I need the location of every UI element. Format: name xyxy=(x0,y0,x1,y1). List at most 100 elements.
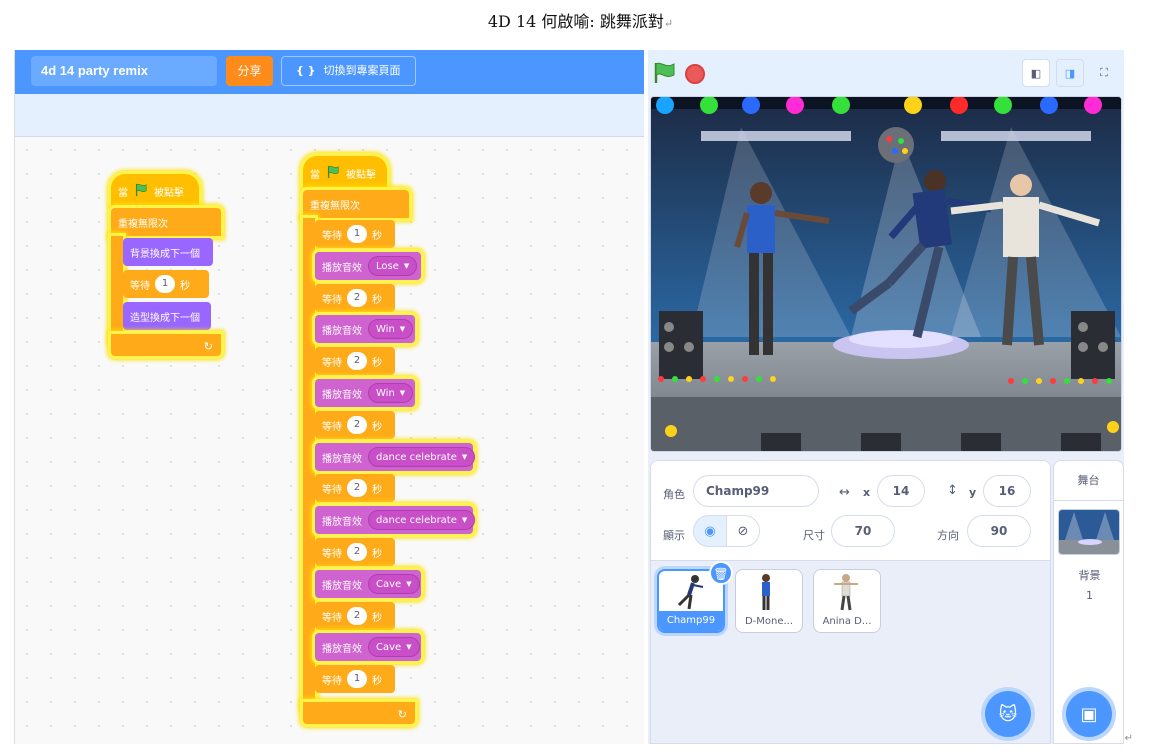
sound-dropdown[interactable]: Win ▼ xyxy=(368,383,414,403)
sound-dropdown[interactable]: Lose ▼ xyxy=(368,256,418,276)
wait-block[interactable]: 等待 2 秒 xyxy=(315,284,395,312)
wait-input[interactable]: 2 xyxy=(347,543,367,561)
stage-scene xyxy=(651,97,1121,451)
wait-unit: 秒 xyxy=(372,357,382,369)
wait-label: 等待 xyxy=(322,357,342,369)
play-sound-block[interactable]: 播放音效 Cave ▼ xyxy=(315,570,421,598)
wait-input[interactable]: 1 xyxy=(347,670,367,688)
choose-sprite-icon[interactable]: 🐱 xyxy=(985,691,1031,737)
x-arrows-icon: ↔ xyxy=(839,485,850,500)
stage-target-pane[interactable]: 舞台 背景 1 ▣ xyxy=(1053,460,1124,744)
y-input[interactable]: 16 xyxy=(983,475,1031,507)
sound-dropdown[interactable]: Win ▼ xyxy=(368,319,414,339)
sound-dropdown[interactable]: Cave ▼ xyxy=(368,637,420,657)
share-button[interactable]: 分享 xyxy=(226,56,273,86)
hide-icon[interactable]: ⊘ xyxy=(726,515,760,547)
document-title: 4D 14 何啟喻: 跳舞派對↵ xyxy=(487,12,674,31)
when-flag-clicked-block[interactable]: 當 被點擊 xyxy=(303,156,387,190)
wait-block[interactable]: 等待 1 秒 xyxy=(123,270,209,298)
stage-header: ◧ ◨ ⛶ xyxy=(648,50,1124,96)
wait-block[interactable]: 等待 1 秒 xyxy=(315,665,395,693)
wait-unit: 秒 xyxy=(372,421,382,433)
chevron-down-icon: ▼ xyxy=(406,580,412,588)
size-input[interactable]: 70 xyxy=(831,515,895,547)
wait-block[interactable]: 等待 2 秒 xyxy=(315,474,395,502)
wait-input[interactable]: 1 xyxy=(347,225,367,243)
sound-dropdown[interactable]: dance celebrate ▼ xyxy=(368,510,476,530)
sound-dropdown-value: Cave xyxy=(376,578,402,590)
loop-arrow-icon: ↻ xyxy=(203,340,213,353)
stage-canvas[interactable] xyxy=(650,96,1122,452)
forever-label: 重複無限次 xyxy=(310,200,360,212)
hat-suffix: 被點擊 xyxy=(346,169,376,181)
show-eye-icon[interactable]: ◉ xyxy=(693,515,727,547)
wait-unit: 秒 xyxy=(180,280,190,292)
chevron-down-icon: ▼ xyxy=(403,262,410,270)
forever-label: 重複無限次 xyxy=(118,218,168,230)
x-label: x xyxy=(863,486,871,499)
sprite-tile-name: D-Mone... xyxy=(744,616,794,627)
script-area[interactable]: 當 被點擊 重複無限次 背景換成下一個 等待 1 秒 造型換成下一個 ↻ 當 被點擊… xyxy=(15,138,644,744)
wait-block[interactable]: 等待 2 秒 xyxy=(315,538,395,566)
fullscreen-icon[interactable]: ⛶ xyxy=(1090,59,1118,87)
sprite-thumbnail xyxy=(834,574,858,611)
x-input[interactable]: 14 xyxy=(877,475,925,507)
next-costume-block[interactable]: 造型換成下一個 xyxy=(123,302,211,330)
play-sound-label: 播放音效 xyxy=(322,262,362,274)
wait-block[interactable]: 等待 2 秒 xyxy=(315,347,395,375)
stop-icon[interactable] xyxy=(685,64,705,84)
play-sound-block[interactable]: 播放音效 dance celebrate ▼ xyxy=(315,506,476,534)
hat-suffix: 被點擊 xyxy=(154,187,184,199)
direction-input[interactable]: 90 xyxy=(967,515,1031,547)
wait-input[interactable]: 2 xyxy=(347,479,367,497)
sprite-tile-anina[interactable]: Anina D... xyxy=(813,569,881,633)
wait-block[interactable]: 等待 2 秒 xyxy=(315,602,395,630)
direction-label: 方向 xyxy=(937,529,959,542)
size-label: 尺寸 xyxy=(803,529,825,542)
hat-prefix: 當 xyxy=(310,169,320,181)
wait-block[interactable]: 等待 2 秒 xyxy=(315,411,395,439)
play-sound-block[interactable]: 播放音效 Win ▼ xyxy=(315,315,415,343)
wait-input[interactable]: 2 xyxy=(347,416,367,434)
chevron-down-icon: ▼ xyxy=(399,325,406,333)
delete-icon[interactable]: 🗑 xyxy=(709,561,733,585)
when-flag-clicked-block[interactable]: 當 被點擊 xyxy=(111,174,199,208)
wait-input[interactable]: 2 xyxy=(347,289,367,307)
backdrops-count: 1 xyxy=(1086,589,1093,602)
sprite-thumbnail xyxy=(762,574,770,610)
forever-bottom: ↻ xyxy=(111,334,221,356)
forever-arm xyxy=(111,236,123,342)
forever-block[interactable]: 重複無限次 xyxy=(111,208,221,236)
next-backdrop-block[interactable]: 背景換成下一個 xyxy=(123,238,213,266)
sprite-tile-d-money[interactable]: D-Mone... xyxy=(735,569,803,633)
see-project-button[interactable]: { } 切換到專案頁面 xyxy=(281,56,416,86)
forever-block[interactable]: 重複無限次 xyxy=(303,190,409,218)
sprite-name-input[interactable]: Champ99 xyxy=(693,475,819,507)
large-stage-icon[interactable]: ◨ xyxy=(1056,59,1084,87)
wait-label: 等待 xyxy=(130,280,150,292)
stage-thumbnail xyxy=(1058,509,1120,555)
sound-dropdown-value: Lose xyxy=(376,260,399,272)
play-sound-block[interactable]: 播放音效 Win ▼ xyxy=(315,379,415,407)
wait-block[interactable]: 等待 1 秒 xyxy=(315,220,395,248)
play-sound-label: 播放音效 xyxy=(322,516,362,528)
play-sound-block[interactable]: 播放音效 dance celebrate ▼ xyxy=(315,443,476,471)
wait-input[interactable]: 2 xyxy=(347,352,367,370)
project-title-input[interactable]: 4d 14 party remix xyxy=(31,56,217,86)
next-costume-label: 造型換成下一個 xyxy=(130,312,200,324)
see-project-label: 切換到專案頁面 xyxy=(323,64,401,77)
play-sound-block[interactable]: 播放音效 Lose ▼ xyxy=(315,252,421,280)
sound-dropdown[interactable]: Cave ▼ xyxy=(368,574,420,594)
sound-dropdown[interactable]: dance celebrate ▼ xyxy=(368,447,476,467)
see-project-icon: { } xyxy=(296,64,316,77)
small-stage-icon[interactable]: ◧ xyxy=(1022,59,1050,87)
play-sound-block[interactable]: 播放音效 Cave ▼ xyxy=(315,633,421,661)
tab-bar xyxy=(15,94,644,137)
wait-label: 等待 xyxy=(322,421,342,433)
wait-input[interactable]: 2 xyxy=(347,607,367,625)
choose-backdrop-icon[interactable]: ▣ xyxy=(1066,691,1112,737)
sound-dropdown-value: dance celebrate xyxy=(376,451,457,463)
paragraph-mark: ↵ xyxy=(1124,733,1133,744)
green-flag-icon[interactable] xyxy=(652,62,676,84)
wait-input[interactable]: 1 xyxy=(155,275,175,293)
